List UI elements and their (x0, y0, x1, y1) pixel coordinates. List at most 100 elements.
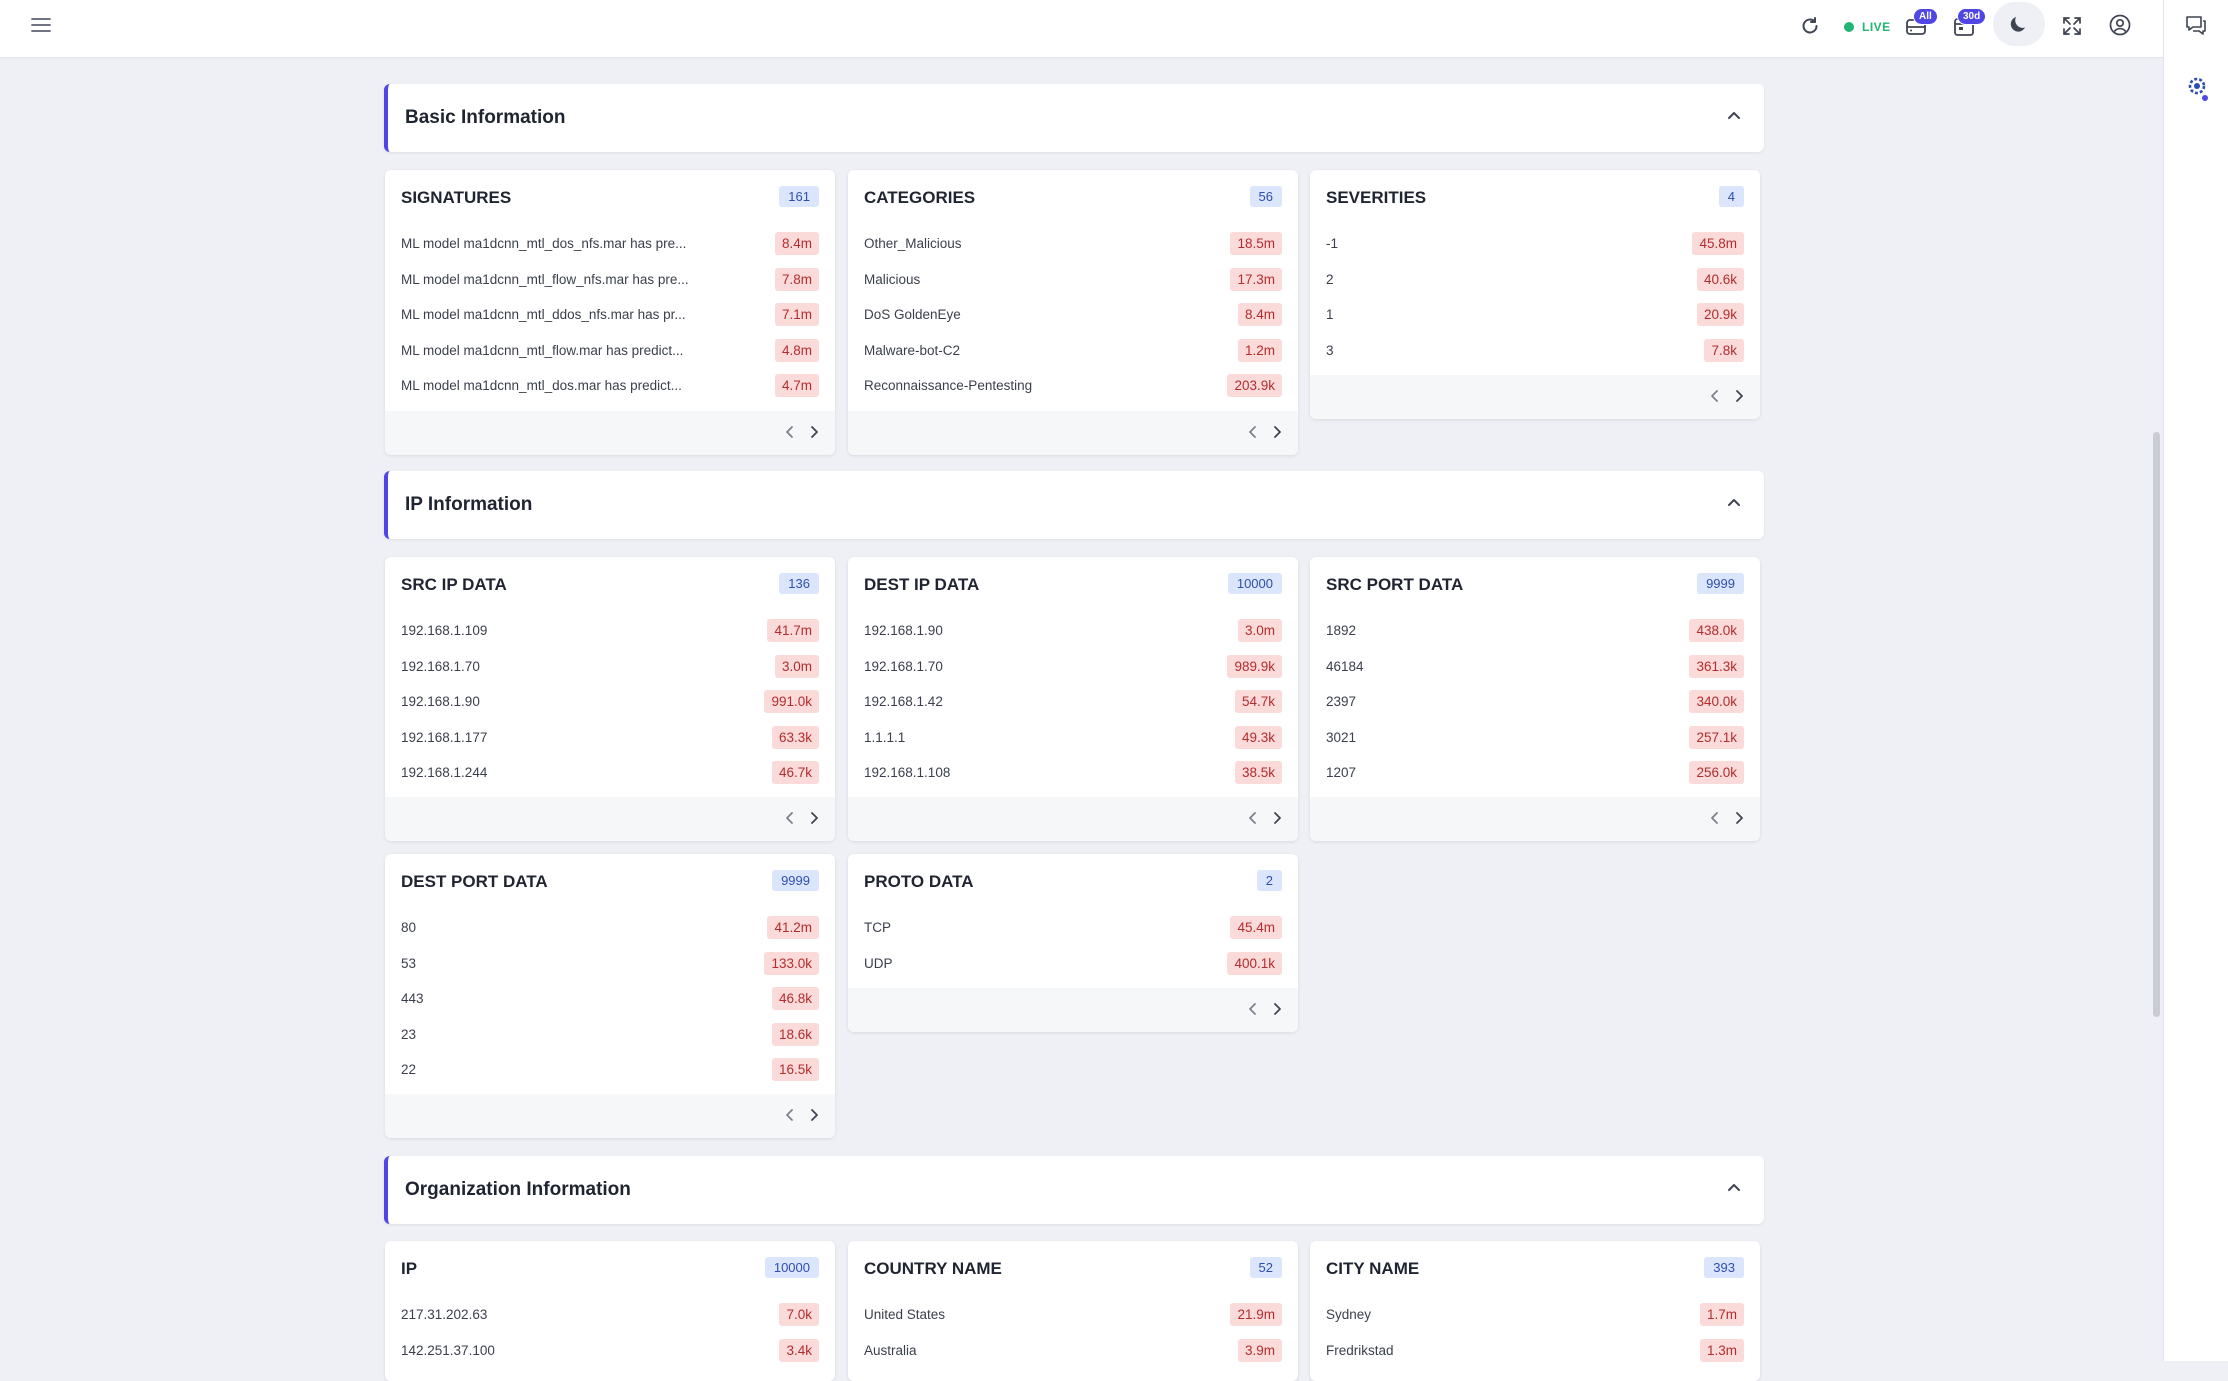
chevron-right-icon[interactable] (1272, 811, 1282, 830)
list-item[interactable]: Australia 3.9m (864, 1335, 1282, 1371)
card-title: CITY NAME (1326, 1259, 1420, 1278)
chevron-left-icon[interactable] (1710, 389, 1720, 408)
card-rows: TCP 45.4m UDP 400.1k (848, 912, 1298, 983)
list-item[interactable]: TCP 45.4m (864, 912, 1282, 948)
list-item[interactable]: 2 40.6k (1326, 264, 1744, 300)
row-count-badge: 8.4m (774, 232, 819, 255)
chevron-right-icon[interactable] (1734, 811, 1744, 830)
list-item[interactable]: 22 16.5k (401, 1054, 819, 1090)
list-item[interactable]: 1 20.9k (1326, 299, 1744, 335)
card-rows: United States 21.9m Australia 3.9m (848, 1299, 1298, 1370)
list-item[interactable]: 192.168.1.244 46.7k (401, 757, 819, 793)
fullscreen-icon[interactable] (2061, 15, 2083, 37)
moon-icon (2008, 13, 2030, 35)
row-count-badge: 41.7m (767, 619, 819, 642)
row-label: Malicious (864, 271, 921, 287)
section-basic-information[interactable]: Basic Information (384, 84, 1764, 152)
chevron-right-icon[interactable] (809, 1108, 819, 1127)
list-item[interactable]: 192.168.1.70 3.0m (401, 651, 819, 687)
row-label: ML model ma1dcnn_mtl_ddos_nfs.mar has pr… (401, 307, 686, 322)
list-item[interactable]: 192.168.1.90 3.0m (864, 615, 1282, 651)
list-item[interactable]: 192.168.1.42 54.7k (864, 686, 1282, 722)
chevron-left-icon[interactable] (1710, 811, 1720, 830)
list-item[interactable]: Malware-bot-C2 1.2m (864, 335, 1282, 371)
list-item[interactable]: 80 41.2m (401, 912, 819, 948)
section-organization-information[interactable]: Organization Information (384, 1156, 1764, 1224)
settings-gear-icon[interactable] (2186, 75, 2210, 101)
row-count-badge: 7.8k (1704, 338, 1744, 362)
list-item[interactable]: 46184 361.3k (1326, 651, 1744, 687)
list-item[interactable]: Reconnaissance-Pentesting 203.9k (864, 370, 1282, 406)
list-item[interactable]: 192.168.1.90 991.0k (401, 686, 819, 722)
chevron-up-icon[interactable] (1726, 1180, 1742, 1198)
chevron-left-icon[interactable] (1248, 425, 1258, 444)
list-item[interactable]: ML model ma1dcnn_mtl_ddos_nfs.mar has pr… (401, 299, 819, 335)
list-item[interactable]: 192.168.1.108 38.5k (864, 757, 1282, 793)
live-dot-icon (1844, 22, 1854, 32)
chevron-right-icon[interactable] (1272, 1002, 1282, 1021)
refresh-icon[interactable] (1799, 15, 1821, 37)
card-header: IP 10000 (385, 1241, 835, 1299)
list-item[interactable]: ML model ma1dcnn_mtl_dos.mar has predict… (401, 370, 819, 406)
list-item[interactable]: ML model ma1dcnn_mtl_dos_nfs.mar has pre… (401, 228, 819, 264)
list-item[interactable]: 1892 438.0k (1326, 615, 1744, 651)
list-item[interactable]: Other_Malicious 18.5m (864, 228, 1282, 264)
menu-icon[interactable] (30, 16, 52, 34)
pagination (1248, 425, 1282, 444)
list-item[interactable]: 1.1.1.1 49.3k (864, 722, 1282, 758)
list-item[interactable]: Fredrikstad 1.3m (1326, 1335, 1744, 1371)
list-item[interactable]: ML model ma1dcnn_mtl_flow.mar has predic… (401, 335, 819, 371)
row-label: Reconnaissance-Pentesting (864, 378, 1033, 393)
list-item[interactable]: United States 21.9m (864, 1299, 1282, 1335)
list-item[interactable]: Malicious 17.3m (864, 264, 1282, 300)
chevron-up-icon[interactable] (1726, 495, 1742, 513)
theme-toggle-button[interactable] (1993, 2, 2045, 46)
list-item[interactable]: 192.168.1.109 41.7m (401, 615, 819, 651)
list-item[interactable]: UDP 400.1k (864, 948, 1282, 984)
list-item[interactable]: 53 133.0k (401, 948, 819, 984)
list-item[interactable]: 3 7.8k (1326, 335, 1744, 371)
chevron-left-icon[interactable] (785, 811, 795, 830)
chevron-left-icon[interactable] (785, 1108, 795, 1127)
list-item[interactable]: 1207 256.0k (1326, 757, 1744, 793)
row-label: 142.251.37.100 (401, 1342, 495, 1358)
list-item[interactable]: 2397 340.0k (1326, 686, 1744, 722)
filter-badge: All (1913, 8, 1938, 25)
list-item[interactable]: 192.168.1.177 63.3k (401, 722, 819, 758)
row-label: 2 (1326, 271, 1334, 287)
card-footer (848, 988, 1298, 1032)
chevron-up-icon[interactable] (1726, 108, 1742, 126)
chat-icon[interactable] (2184, 14, 2208, 36)
list-item[interactable]: ML model ma1dcnn_mtl_flow_nfs.mar has pr… (401, 264, 819, 300)
list-item[interactable]: 142.251.37.100 3.4k (401, 1335, 819, 1371)
list-item[interactable]: 443 46.8k (401, 983, 819, 1019)
chevron-left-icon[interactable] (1248, 1002, 1258, 1021)
section-ip-information[interactable]: IP Information (384, 471, 1764, 539)
card-rows: -1 45.8m 2 40.6k 1 20.9k 3 7.8k (1310, 228, 1760, 370)
row-count-badge: 4.8m (774, 338, 819, 362)
row-count-badge: 46.8k (771, 987, 819, 1010)
chevron-left-icon[interactable] (1248, 811, 1258, 830)
list-item[interactable]: 192.168.1.70 989.9k (864, 651, 1282, 687)
list-item[interactable]: -1 45.8m (1326, 228, 1744, 264)
row-count-badge: 438.0k (1689, 619, 1744, 642)
live-indicator[interactable]: LIVE (1844, 17, 1891, 37)
list-item[interactable]: 23 18.6k (401, 1019, 819, 1055)
chevron-left-icon[interactable] (785, 425, 795, 444)
row-label: Other_Malicious (864, 236, 962, 251)
row-label: 192.168.1.177 (401, 729, 488, 745)
card-header: SEVERITIES 4 (1310, 170, 1760, 228)
chevron-right-icon[interactable] (1734, 389, 1744, 408)
list-item[interactable]: 217.31.202.63 7.0k (401, 1299, 819, 1335)
row-label: 192.168.1.108 (864, 765, 951, 780)
list-item[interactable]: Sydney 1.7m (1326, 1299, 1744, 1335)
chevron-right-icon[interactable] (809, 811, 819, 830)
chevron-right-icon[interactable] (809, 425, 819, 444)
scrollbar-thumb[interactable] (2153, 432, 2160, 1017)
user-circle-icon[interactable] (2108, 13, 2132, 37)
list-item[interactable]: DoS GoldenEye 8.4m (864, 299, 1282, 335)
row-label: United States (864, 1307, 946, 1322)
chevron-right-icon[interactable] (1272, 425, 1282, 444)
row-label: 2397 (1326, 694, 1357, 709)
list-item[interactable]: 3021 257.1k (1326, 722, 1744, 758)
